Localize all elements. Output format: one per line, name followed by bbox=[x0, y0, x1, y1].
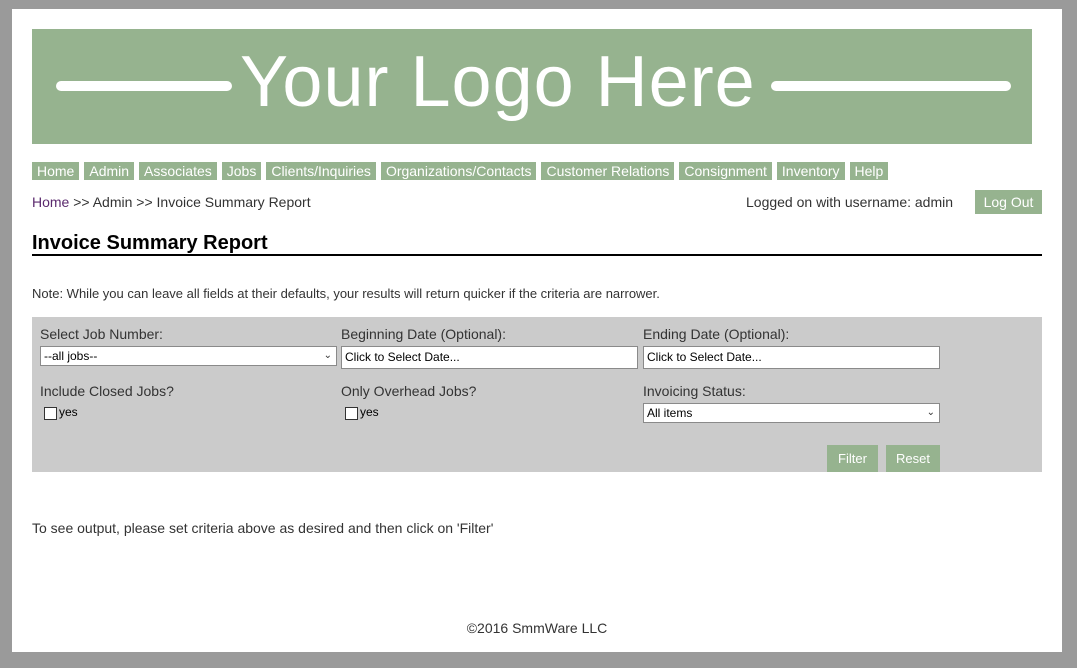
main-nav: Home Admin Associates Jobs Clients/Inqui… bbox=[32, 162, 889, 180]
closed-jobs-option: yes bbox=[59, 405, 78, 419]
output-instructions: To see output, please set criteria above… bbox=[32, 520, 494, 536]
end-date-field[interactable]: Click to Select Date... bbox=[643, 346, 940, 369]
job-number-value: --all jobs-- bbox=[44, 349, 98, 363]
nav-item-jobs[interactable]: Jobs bbox=[221, 162, 262, 180]
job-number-select[interactable]: --all jobs-- ⌄ bbox=[40, 346, 337, 366]
end-date-value: Click to Select Date... bbox=[647, 350, 762, 364]
nav-item-help[interactable]: Help bbox=[849, 162, 889, 180]
chevron-down-icon: ⌄ bbox=[926, 407, 935, 418]
filter-panel: Select Job Number: --all jobs-- ⌄ Beginn… bbox=[32, 317, 1042, 472]
logo-text: Your Logo Here bbox=[240, 42, 756, 122]
invoicing-status-value: All items bbox=[647, 406, 693, 420]
logo-banner: Your Logo Here bbox=[32, 29, 1032, 144]
breadcrumb-trail: >> Admin >> Invoice Summary Report bbox=[73, 194, 311, 210]
criteria-note: Note: While you can leave all fields at … bbox=[32, 286, 660, 301]
page-container: Your Logo Here Home Admin Associates Job… bbox=[12, 9, 1062, 652]
begin-date-label: Beginning Date (Optional): bbox=[341, 326, 506, 342]
logout-button[interactable]: Log Out bbox=[975, 190, 1042, 214]
closed-jobs-checkbox[interactable] bbox=[44, 407, 57, 420]
closed-jobs-label: Include Closed Jobs? bbox=[40, 383, 174, 399]
copyright-footer: ©2016 SmmWare LLC bbox=[466, 620, 608, 636]
chevron-down-icon: ⌄ bbox=[323, 350, 332, 361]
logo-right-line bbox=[771, 81, 1011, 91]
nav-item-organizations-contacts[interactable]: Organizations/Contacts bbox=[380, 162, 537, 180]
nav-item-inventory[interactable]: Inventory bbox=[776, 162, 845, 180]
nav-item-consignment[interactable]: Consignment bbox=[679, 162, 772, 180]
filter-button[interactable]: Filter bbox=[827, 445, 878, 472]
nav-item-associates[interactable]: Associates bbox=[139, 162, 217, 180]
overhead-jobs-option: yes bbox=[360, 405, 379, 419]
page-title: Invoice Summary Report bbox=[32, 232, 1042, 256]
invoicing-status-label: Invoicing Status: bbox=[643, 383, 746, 399]
begin-date-field[interactable]: Click to Select Date... bbox=[341, 346, 638, 369]
reset-button[interactable]: Reset bbox=[886, 445, 940, 472]
overhead-jobs-checkbox[interactable] bbox=[345, 407, 358, 420]
logo-left-line bbox=[56, 81, 232, 91]
begin-date-value: Click to Select Date... bbox=[345, 350, 460, 364]
overhead-jobs-label: Only Overhead Jobs? bbox=[341, 383, 477, 399]
nav-item-home[interactable]: Home bbox=[32, 162, 80, 180]
nav-item-clients-inquiries[interactable]: Clients/Inquiries bbox=[266, 162, 376, 180]
job-number-label: Select Job Number: bbox=[40, 326, 163, 342]
login-status: Logged on with username: admin bbox=[746, 194, 954, 210]
breadcrumb: Home >> Admin >> Invoice Summary Report bbox=[32, 194, 311, 210]
nav-item-admin[interactable]: Admin bbox=[84, 162, 135, 180]
breadcrumb-home-link[interactable]: Home bbox=[32, 194, 69, 210]
nav-item-customer-relations[interactable]: Customer Relations bbox=[541, 162, 675, 180]
end-date-label: Ending Date (Optional): bbox=[643, 326, 790, 342]
invoicing-status-select[interactable]: All items ⌄ bbox=[643, 403, 940, 423]
